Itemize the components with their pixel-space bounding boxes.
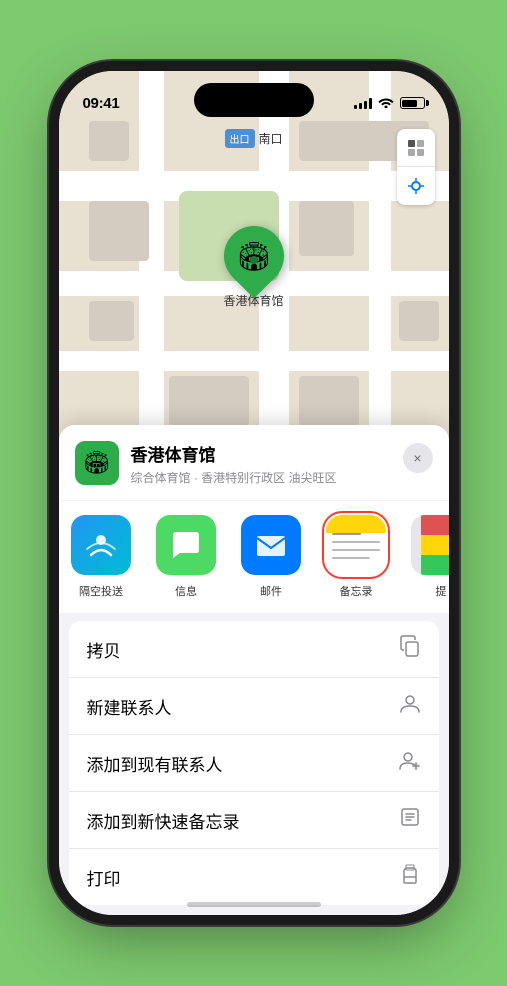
share-more[interactable]: 提	[399, 515, 449, 599]
action-copy-label: 拷贝	[87, 637, 121, 662]
action-new-contact-label: 新建联系人	[87, 694, 172, 719]
quick-note-icon	[399, 806, 421, 834]
status-icons	[354, 96, 425, 111]
message-icon	[156, 515, 216, 575]
copy-icon	[399, 635, 421, 663]
add-contact-icon	[399, 749, 421, 777]
airdrop-icon	[71, 515, 131, 575]
location-button[interactable]	[397, 167, 435, 205]
action-add-note-label: 添加到新快速备忘录	[87, 808, 240, 833]
phone-frame: 09:41	[59, 71, 449, 915]
signal-icon	[354, 97, 372, 109]
wifi-icon	[378, 96, 394, 111]
mail-label: 邮件	[260, 583, 282, 599]
battery-icon	[400, 97, 425, 109]
dynamic-island	[194, 83, 314, 117]
venue-header: 🏟 香港体育馆 综合体育馆 · 香港特别行政区 油尖旺区 ×	[59, 425, 449, 500]
action-add-existing-label: 添加到现有联系人	[87, 751, 223, 776]
venue-subtitle: 综合体育馆 · 香港特别行政区 油尖旺区	[131, 469, 391, 486]
map-exit-name: 南口	[258, 130, 282, 147]
action-add-note[interactable]: 添加到新快速备忘录	[69, 792, 439, 849]
share-message[interactable]: 信息	[144, 515, 229, 599]
mail-icon	[241, 515, 301, 575]
venue-info: 香港体育馆 综合体育馆 · 香港特别行政区 油尖旺区	[131, 441, 391, 486]
message-label: 信息	[175, 583, 197, 599]
map-view-button[interactable]	[397, 129, 435, 167]
airdrop-label: 隔空投送	[79, 583, 123, 599]
venue-name: 香港体育馆	[131, 441, 391, 466]
map-controls	[397, 129, 435, 205]
share-airdrop[interactable]: 隔空投送	[59, 515, 144, 599]
notes-icon	[326, 515, 386, 575]
share-notes[interactable]: 备忘录	[314, 515, 399, 599]
status-time: 09:41	[83, 95, 120, 112]
action-add-existing[interactable]: 添加到现有联系人	[69, 735, 439, 792]
action-copy[interactable]: 拷贝	[69, 621, 439, 678]
share-row: 隔空投送 信息 邮件	[59, 501, 449, 613]
notes-label: 备忘录	[340, 583, 373, 599]
close-button[interactable]: ×	[403, 443, 433, 473]
venue-icon: 🏟	[75, 441, 119, 485]
more-label: 提	[436, 583, 447, 599]
print-icon	[399, 863, 421, 891]
map-exit-tag: 出口	[224, 129, 254, 148]
stadium-pin: 🏟 香港体育馆	[223, 226, 283, 309]
home-indicator	[187, 902, 321, 907]
action-print[interactable]: 打印	[69, 849, 439, 905]
action-list: 拷贝 新建联系人 添加到现有联系人	[69, 621, 439, 905]
map-label: 出口 南口	[224, 129, 282, 148]
share-mail[interactable]: 邮件	[229, 515, 314, 599]
action-print-label: 打印	[87, 865, 121, 890]
bottom-sheet: 🏟 香港体育馆 综合体育馆 · 香港特别行政区 油尖旺区 × 隔空投送	[59, 425, 449, 915]
action-new-contact[interactable]: 新建联系人	[69, 678, 439, 735]
more-icon	[411, 515, 449, 575]
new-contact-icon	[399, 692, 421, 720]
